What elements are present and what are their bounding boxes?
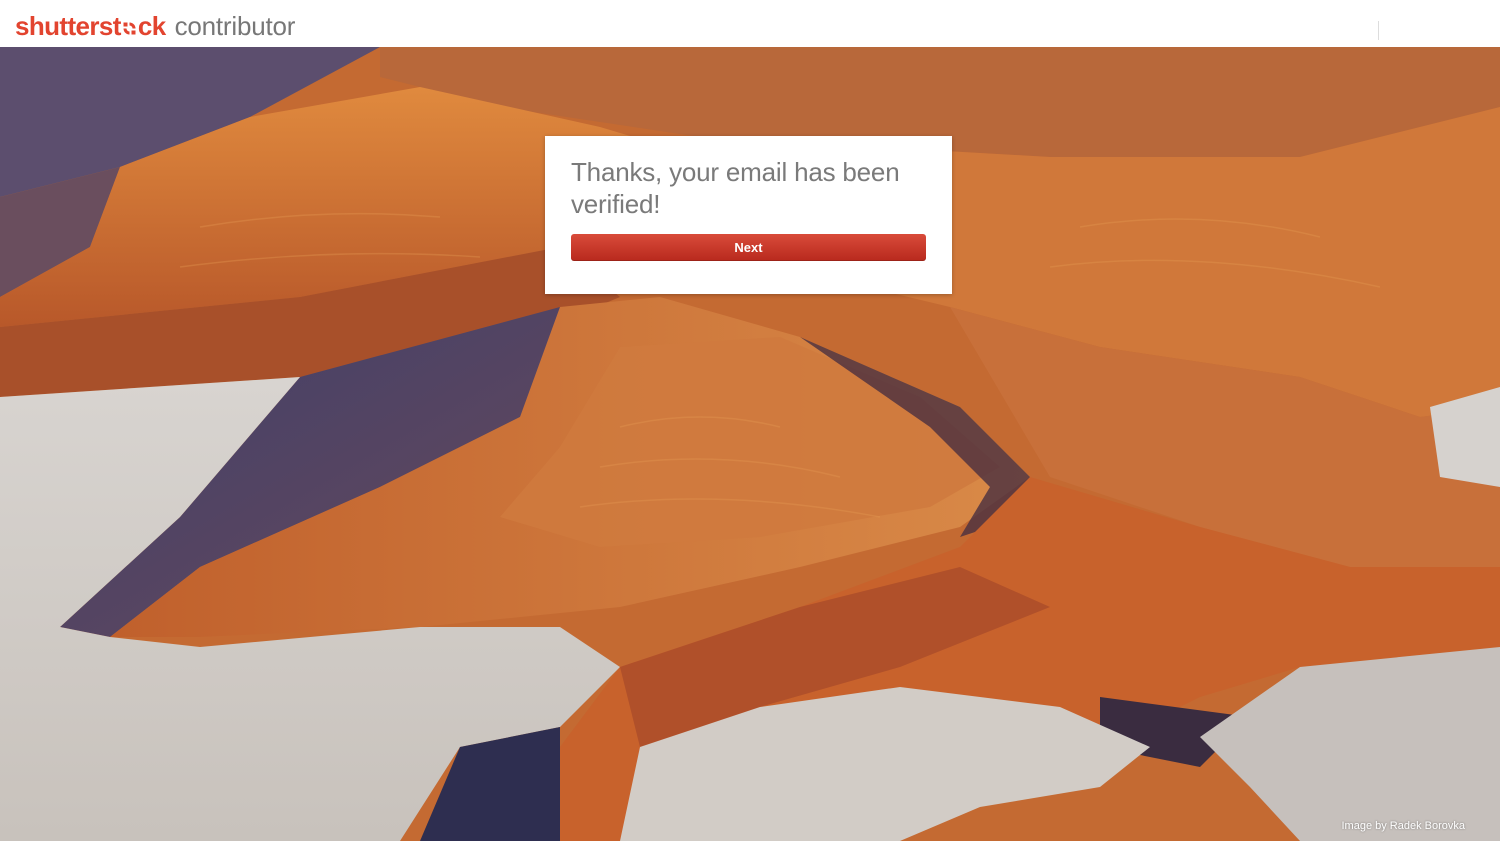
logo-brand-suffix: ck <box>137 11 166 41</box>
logo-o-icon <box>122 12 137 35</box>
verification-message: Thanks, your email has been verified! <box>571 157 900 219</box>
photo-credit: Image by Radek Borovka <box>1341 820 1465 832</box>
logo-brand: shutterst ck <box>15 11 166 42</box>
header-divider <box>1378 21 1379 40</box>
logo-brand-prefix: shutterst <box>15 11 121 41</box>
next-button[interactable]: Next <box>571 234 926 261</box>
page: shutterst ck contributor Thanks, your em… <box>0 0 1500 841</box>
logo-subtitle: contributor <box>174 11 296 41</box>
header-bar: shutterst ck contributor <box>0 0 1500 47</box>
shutterstock-contributor-logo[interactable]: shutterst ck contributor <box>15 11 295 43</box>
verification-card: Thanks, your email has been verified! Ne… <box>545 136 952 294</box>
